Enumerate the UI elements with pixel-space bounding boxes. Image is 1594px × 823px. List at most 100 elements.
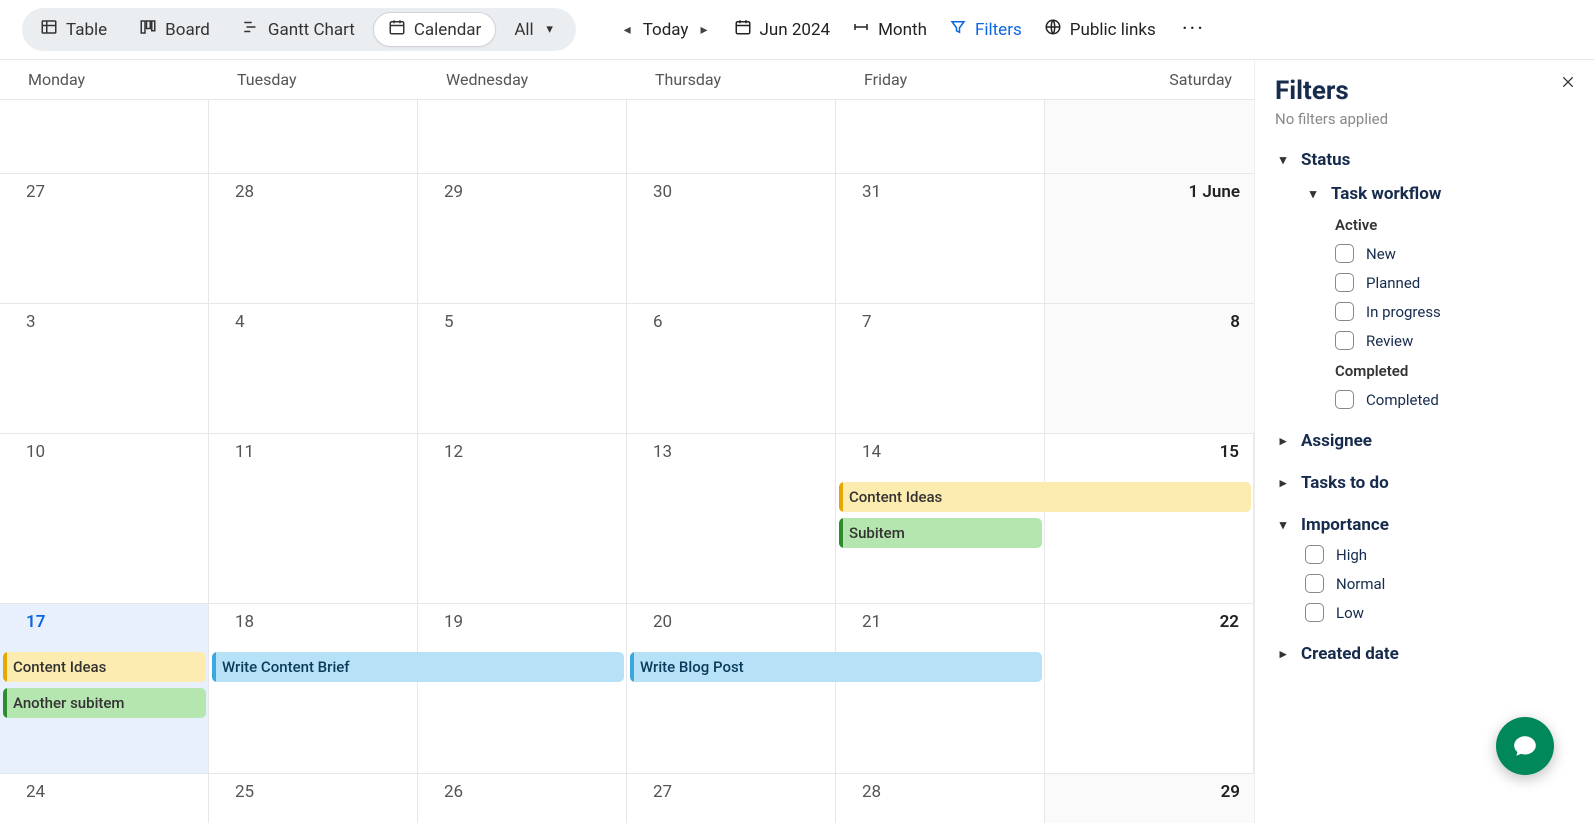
calendar-day[interactable]: 26 [418, 774, 627, 823]
calendar-day[interactable]: 27 [0, 174, 209, 303]
view-table[interactable]: Table [26, 13, 121, 46]
view-board[interactable]: Board [125, 13, 224, 46]
filters-button[interactable]: Filters [949, 18, 1022, 41]
checkbox[interactable] [1305, 603, 1324, 622]
calendar-day[interactable]: 29 [418, 174, 627, 303]
calendar-day[interactable] [836, 100, 1045, 173]
calendar-day[interactable]: 27 [627, 774, 836, 823]
event-write-content-brief[interactable]: Write Content Brief [212, 652, 624, 682]
checkbox[interactable] [1305, 574, 1324, 593]
checkbox[interactable] [1335, 273, 1354, 292]
calendar-day[interactable]: 3 [0, 304, 209, 433]
filter-icon [949, 18, 967, 41]
day-number: 19 [428, 612, 616, 632]
day-number: 28 [846, 782, 1034, 802]
chevron-right-icon: ▸ [1275, 476, 1291, 491]
next-period-button[interactable]: ▸ [696, 20, 711, 40]
filter-section-assignee[interactable]: ▸Assignee [1275, 431, 1574, 451]
view-calendar[interactable]: Calendar [373, 12, 496, 47]
toolbar-actions: ◂ Today ▸ Jun 2024 Month Filters Public … [620, 17, 1209, 42]
filter-option-new[interactable]: New [1335, 244, 1574, 263]
chevron-right-icon: ▸ [1275, 434, 1291, 449]
filter-section-importance[interactable]: ▾Importance [1275, 515, 1574, 535]
calendar-day[interactable] [418, 100, 627, 173]
public-links-button[interactable]: Public links [1044, 18, 1156, 41]
today-button[interactable]: Today [643, 20, 689, 40]
calendar-day[interactable]: 28 [209, 174, 418, 303]
calendar-day[interactable]: 30 [627, 174, 836, 303]
event-content-ideas-2[interactable]: Content Ideas [3, 652, 206, 682]
chevron-down-icon: ▾ [1275, 153, 1291, 168]
filter-section-tasks-to-do[interactable]: ▸Tasks to do [1275, 473, 1574, 493]
gantt-icon [242, 18, 260, 41]
calendar-day[interactable]: 18 [209, 604, 418, 773]
day-number: 30 [637, 182, 825, 202]
calendar-day[interactable]: 28 [836, 774, 1045, 823]
calendar-day[interactable]: 25 [209, 774, 418, 823]
calendar-day[interactable]: 19 [418, 604, 627, 773]
calendar-day[interactable]: 1 June [1045, 174, 1254, 303]
view-gantt-label: Gantt Chart [268, 20, 355, 40]
more-menu-button[interactable]: ··· [1178, 17, 1209, 42]
prev-period-button[interactable]: ◂ [620, 20, 635, 40]
day-number: 7 [846, 312, 1034, 332]
filter-option-completed[interactable]: Completed [1335, 390, 1574, 409]
calendar-day[interactable]: 5 [418, 304, 627, 433]
calendar-day[interactable]: 20 [627, 604, 836, 773]
calendar-day[interactable]: 11 [209, 434, 418, 603]
importance-label: Importance [1301, 515, 1389, 535]
calendar-day[interactable] [209, 100, 418, 173]
calendar-day[interactable]: 22 [1045, 604, 1254, 773]
calendar-day[interactable]: 21 [836, 604, 1045, 773]
calendar-day[interactable]: 29 [1045, 774, 1254, 823]
event-subitem[interactable]: Subitem [839, 518, 1042, 548]
filter-subsection-task-workflow[interactable]: ▾Task workflow [1305, 184, 1574, 204]
event-write-blog-post[interactable]: Write Blog Post [630, 652, 1042, 682]
checkbox[interactable] [1335, 331, 1354, 350]
day-number: 4 [219, 312, 407, 332]
close-filters-button[interactable] [1556, 70, 1580, 99]
filter-section-created-date[interactable]: ▸Created date [1275, 644, 1574, 664]
calendar-day[interactable] [1045, 100, 1254, 173]
calendar-day[interactable]: 4 [209, 304, 418, 433]
chat-fab[interactable] [1496, 717, 1554, 775]
event-content-ideas[interactable]: Content Ideas [839, 482, 1251, 512]
checkbox[interactable] [1335, 390, 1354, 409]
calendar-day[interactable]: 8 [1045, 304, 1254, 433]
day-number: 10 [10, 442, 198, 462]
day-of-week-tuesday: Tuesday [209, 70, 418, 89]
filter-option-in-progress[interactable]: In progress [1335, 302, 1574, 321]
calendar-day[interactable]: 24 [0, 774, 209, 823]
filter-option-low[interactable]: Low [1305, 603, 1574, 622]
checkbox[interactable] [1335, 244, 1354, 263]
filter-option-planned[interactable]: Planned [1335, 273, 1574, 292]
date-picker-button[interactable]: Jun 2024 [734, 18, 831, 41]
filter-option-normal[interactable]: Normal [1305, 574, 1574, 593]
calendar-day[interactable]: 6 [627, 304, 836, 433]
filter-section-status[interactable]: ▾Status [1275, 150, 1574, 170]
calendar-day[interactable] [0, 100, 209, 173]
view-all[interactable]: All ▾ [500, 15, 571, 45]
view-gantt[interactable]: Gantt Chart [228, 13, 369, 46]
checkbox[interactable] [1335, 302, 1354, 321]
filter-option-review[interactable]: Review [1335, 331, 1574, 350]
calendar-day[interactable]: 12 [418, 434, 627, 603]
option-label: New [1366, 245, 1396, 263]
day-of-week-saturday: Saturday [1045, 70, 1254, 89]
day-number: 6 [637, 312, 825, 332]
filter-option-high[interactable]: High [1305, 545, 1574, 564]
calendar-day[interactable]: 31 [836, 174, 1045, 303]
view-switcher: Table Board Gantt Chart Calendar All ▾ [22, 8, 576, 51]
range-picker-button[interactable]: Month [852, 18, 927, 41]
event-another-subitem[interactable]: Another subitem [3, 688, 206, 718]
calendar-day[interactable]: 10 [0, 434, 209, 603]
calendar-day[interactable]: 7 [836, 304, 1045, 433]
group-active: Active [1335, 216, 1574, 234]
option-label: Normal [1336, 575, 1385, 593]
created-date-label: Created date [1301, 644, 1399, 664]
checkbox[interactable] [1305, 545, 1324, 564]
event-title: Write Content Brief [222, 658, 350, 676]
calendar-day[interactable]: 15 [1045, 434, 1254, 603]
calendar-day[interactable]: 13 [627, 434, 836, 603]
calendar-day[interactable] [627, 100, 836, 173]
